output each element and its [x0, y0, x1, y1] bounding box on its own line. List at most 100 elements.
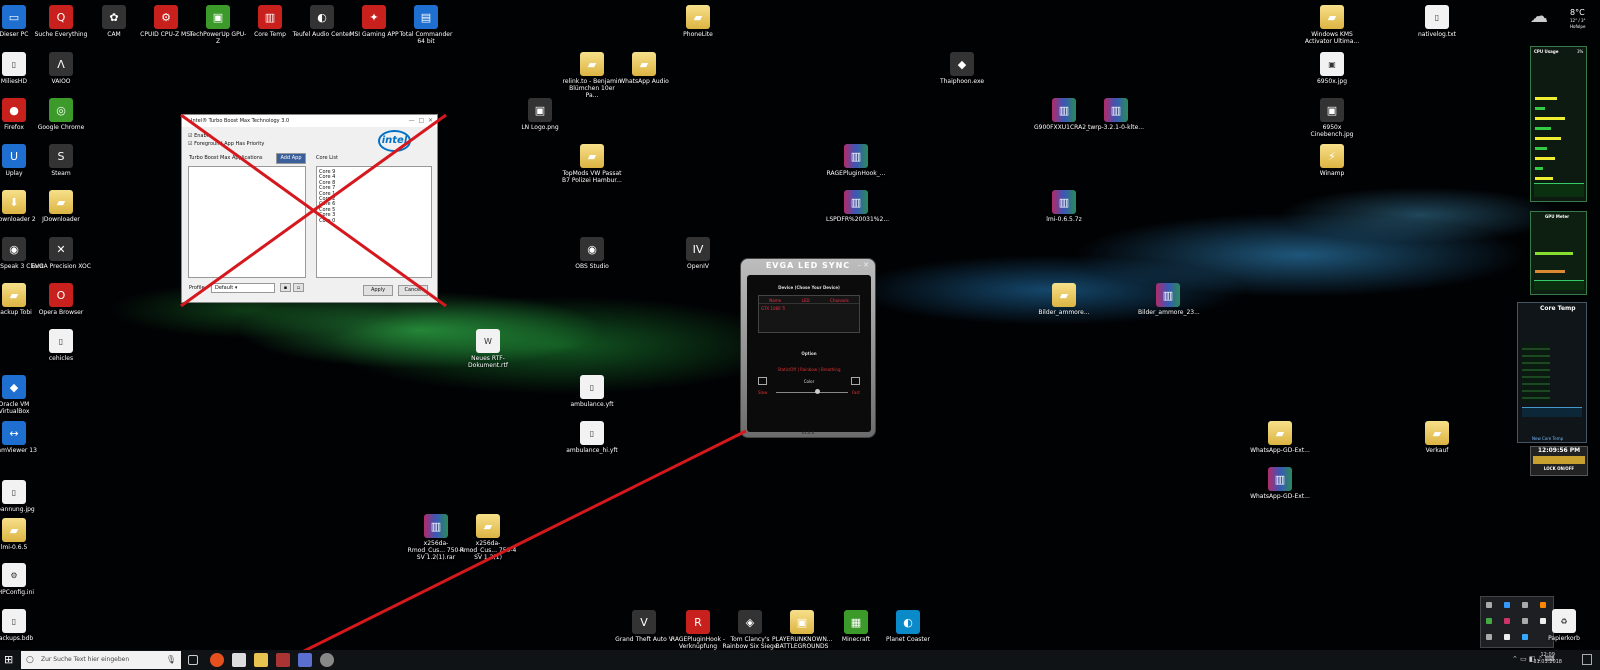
device-row[interactable]: GTX 1080 Ti: [759, 304, 859, 313]
desktop-icon[interactable]: ◈ Tom Clancy's Rainbow Six Siege: [720, 610, 780, 650]
desktop-icon[interactable]: V Grand Theft Auto V: [614, 610, 674, 643]
desktop-icon[interactable]: ▥ LSPDFR%20031%2...: [826, 190, 889, 223]
window-controls[interactable]: — □ ✕: [409, 115, 433, 127]
mode-selector[interactable]: Static/Off | Rainbow | Breathing: [747, 367, 871, 372]
desktop-icon[interactable]: ▰ TopMods VW Passat B7 Polizei Hambur...: [562, 144, 622, 184]
enable-checkbox[interactable]: ☑ Enable: [188, 133, 211, 139]
apps-list[interactable]: [188, 166, 306, 278]
device-label: Device (Chose Your Device): [778, 285, 840, 290]
firefox-taskbar-icon[interactable]: [210, 653, 224, 667]
desktop-icon[interactable]: ▰ x256da-Rmod_Cus... 750-4 SV 1.2(1): [458, 514, 518, 561]
desktop-icon[interactable]: O Opera Browser: [31, 283, 91, 316]
profile-save-button[interactable]: ▪: [280, 283, 291, 292]
desktop-icon[interactable]: ▣ LN Logo.png: [510, 98, 570, 131]
notification-icon[interactable]: [1582, 654, 1592, 665]
desktop-icon[interactable]: ▦ Minecraft: [826, 610, 886, 643]
taskbar-clock[interactable]: 12:09 31.03.2018: [1533, 652, 1562, 666]
desktop-icon[interactable]: ▰ WhatsApp-GD-Ext...: [1250, 421, 1310, 454]
desktop-app-icon: ◉: [580, 237, 604, 261]
microphone-icon[interactable]: 🎙: [166, 651, 176, 669]
device-table[interactable]: Name LED Channels GTX 1080 Ti: [758, 295, 860, 333]
cpu-usage-pct: 3%: [1577, 49, 1584, 54]
gpu-meter-gadget[interactable]: GPU Meter: [1530, 211, 1587, 295]
desktop-icon[interactable]: ⚙ CPUID CPU-Z MSI: [136, 5, 196, 38]
windows-start-icon[interactable]: ⊞: [4, 653, 13, 666]
desktop-icon[interactable]: ✕ EVGA Precision XOC: [31, 237, 91, 270]
core-temp-gadget[interactable]: Core Temp New Core Temp: [1517, 302, 1587, 443]
desktop-icon[interactable]: ◆ Oracle VM VirtualBox: [0, 375, 44, 415]
core-list-item[interactable]: Core 0: [317, 218, 431, 224]
recycle-bin[interactable]: ♻ Papierkorb: [1534, 609, 1594, 642]
desktop-icon[interactable]: ▣ PLAYERUNKNOWN... BATTLEGROUNDS: [772, 610, 833, 650]
desktop-icon[interactable]: ▰ lmi-0.6.5: [0, 518, 44, 551]
desktop-icon[interactable]: ◐ Planet Coaster: [878, 610, 938, 643]
desktop-icon[interactable]: ▣ 6950x.jpg: [1302, 52, 1362, 85]
evga-close-icon[interactable]: – ✕: [857, 261, 869, 269]
mail-taskbar-icon[interactable]: [232, 653, 246, 667]
desktop-icon[interactable]: ▰ Bilder_ammore...: [1034, 283, 1094, 316]
desktop-icon[interactable]: Λ VAIOO: [31, 52, 91, 85]
desktop-icon[interactable]: ▥ WhatsApp-GD-Ext...: [1250, 467, 1310, 500]
desktop-icon[interactable]: ▥ Bilder_ammore_23...: [1138, 283, 1200, 316]
desktop-icon[interactable]: ▯ ambulance.yft: [562, 375, 622, 408]
desktop-icon[interactable]: ▰ Verkauf: [1407, 421, 1467, 454]
desktop-icon[interactable]: ▯ cehicles: [31, 329, 91, 362]
desktop-icon[interactable]: ✦ MSI Gaming APP: [344, 5, 404, 38]
clock-gadget[interactable]: 12:09:56 PM LOCK ON/OFF: [1530, 446, 1588, 476]
desktop-icon[interactable]: ▣ 6950x Cinebench.jpg: [1302, 98, 1362, 138]
desktop-icon[interactable]: ▥ G900FXXU1CRA2_...: [1034, 98, 1095, 131]
desktop-icon[interactable]: ▥ lmi-0.6.5.7z: [1034, 190, 1094, 223]
desktop-icon[interactable]: Q Suche Everything: [31, 5, 91, 38]
desktop-icon[interactable]: ▰ PhoneLite: [668, 5, 728, 38]
desktop-icon[interactable]: ▣ TechPowerUp GPU-Z: [188, 5, 248, 45]
app2-taskbar-icon[interactable]: [320, 653, 334, 667]
desktop-icon[interactable]: S Steam: [31, 144, 91, 177]
foreground-priority-checkbox[interactable]: ☑ Foreground App Has Priority: [188, 141, 264, 147]
desktop-icon[interactable]: ▥ twrp-3.2.1-0-klte...: [1086, 98, 1146, 131]
desktop-icon[interactable]: W Neues RTF-Dokument.rtf: [458, 329, 518, 369]
desktop-icon[interactable]: IV OpenIV: [668, 237, 728, 270]
apply-button[interactable]: Apply: [363, 285, 393, 296]
lock-toggle[interactable]: LOCK ON/OFF: [1531, 466, 1587, 471]
desktop-app-icon: ▰: [632, 52, 656, 76]
desktop-icon[interactable]: ◆ Thaiphoon.exe: [932, 52, 992, 85]
desktop-icon[interactable]: ▰ relink.to - Benjamin Blümchen 10er Pa..…: [562, 52, 622, 99]
speed-slider[interactable]: [776, 392, 848, 393]
task-view-icon[interactable]: [188, 655, 198, 665]
turbo-boost-window[interactable]: Intel® Turbo Boost Max Technology 3.0 — …: [181, 114, 438, 303]
desktop-icon[interactable]: ▯ nativelog.txt: [1407, 5, 1467, 38]
search-box[interactable]: ○ Zur Suche Text hier eingeben 🎙: [21, 651, 181, 669]
cancel-button[interactable]: Cancel: [398, 285, 428, 296]
desktop-icon[interactable]: ▯ Backups.bdb: [0, 609, 44, 642]
desktop-icon[interactable]: ▥ RAGEPluginHook_...: [826, 144, 886, 177]
profile-delete-button[interactable]: ▫: [293, 283, 304, 292]
evga-taskbar-icon[interactable]: [276, 653, 290, 667]
desktop-icon[interactable]: ▯ ambulance_hi.yft: [562, 421, 622, 454]
desktop-icon[interactable]: ▯ Spannung.jpg: [0, 480, 44, 513]
desktop-icon[interactable]: ▤ Total Commander 64 bit: [396, 5, 456, 45]
desktop-icon[interactable]: ▥ Core Temp: [240, 5, 300, 38]
desktop-icon[interactable]: ◐ Teufel Audio Center: [292, 5, 352, 38]
desktop-icon[interactable]: ▥ x256da-Rmod_Cus... 750-4 SV 1.2(1).rar: [406, 514, 466, 561]
speed-slider-thumb[interactable]: [815, 389, 820, 394]
desktop-icon[interactable]: ✿ CAM: [84, 5, 144, 38]
explorer-taskbar-icon[interactable]: [254, 653, 268, 667]
cpu-usage-gadget[interactable]: CPU Usage 3%: [1530, 46, 1587, 202]
core-list[interactable]: Core 9 Core 4 Core 8 Core 7 Core 1 Core 2 Core…: [316, 166, 432, 278]
add-app-button[interactable]: Add App: [276, 153, 306, 164]
desktop-icon[interactable]: ▰ Windows KMS Activator Ultima...: [1302, 5, 1362, 45]
evga-led-sync-window[interactable]: EVGA LED SYNC – ✕ Device (Chose Your Dev…: [740, 258, 876, 438]
app-taskbar-icon[interactable]: [298, 653, 312, 667]
desktop-icon[interactable]: R RAGEPluginHook - Verknüpfung: [668, 610, 728, 650]
desktop-icon[interactable]: ◎ Google Chrome: [31, 98, 91, 131]
profile-select[interactable]: Default ▾: [211, 283, 275, 293]
desktop-icon[interactable]: ◉ OBS Studio: [562, 237, 622, 270]
desktop-icon-label: Neues RTF-Dokument.rtf: [468, 355, 508, 369]
desktop-icon[interactable]: ▰ WhatsApp Audio: [614, 52, 674, 85]
desktop-icon[interactable]: ▰ JDownloader: [31, 190, 91, 223]
desktop-icon[interactable]: ⚡ Winamp: [1302, 144, 1362, 177]
desktop-app-icon: ▥: [1104, 98, 1128, 122]
weather-widget[interactable]: ☁ 8°C 12° / 3° Hofolpe: [1530, 4, 1598, 34]
desktop-icon[interactable]: ⚙ THPConfig.ini: [0, 563, 44, 596]
desktop-icon[interactable]: ↔ TeamViewer 13: [0, 421, 44, 454]
